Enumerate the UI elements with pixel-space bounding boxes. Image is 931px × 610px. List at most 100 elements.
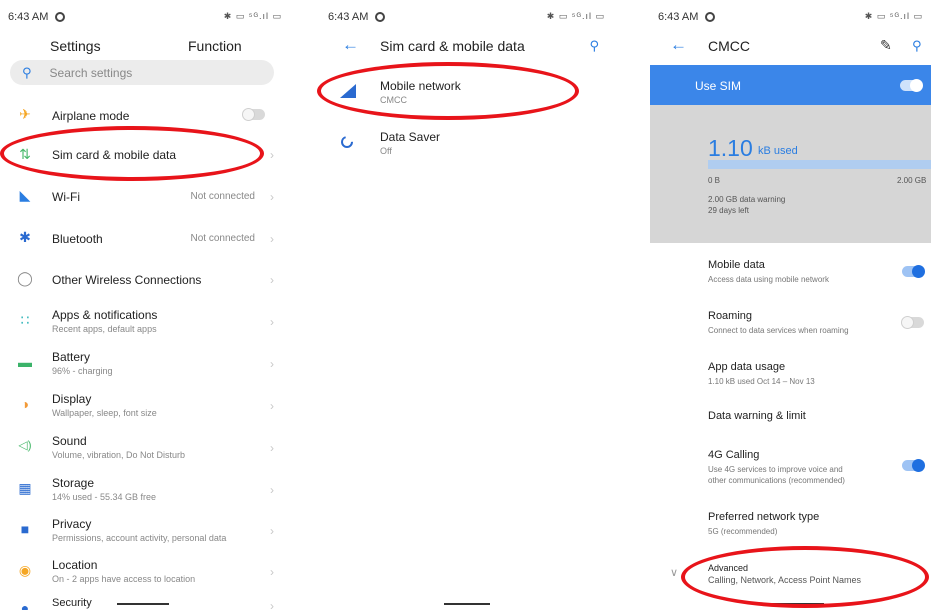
item-title: Data Saver [380, 130, 441, 144]
item-subtitle: Connect to data services when roaming [708, 326, 849, 335]
mobile-data-toggle[interactable] [902, 265, 925, 278]
roaming-toggle[interactable] [901, 316, 924, 329]
settings-item-value: Not connected [190, 233, 256, 244]
preferred-network-type-item[interactable]: Preferred network type 5G (recommended) [650, 511, 931, 539]
search-icon: ⚲ [22, 64, 32, 80]
settings-item-value: Not connected [190, 191, 256, 202]
settings-item-other-wireless[interactable]: ◯ Other Wireless Connections › [0, 270, 290, 290]
settings-item-sim-card[interactable]: ⇅ Sim card & mobile data › [0, 145, 290, 165]
function-tab[interactable]: Function [188, 38, 242, 54]
data-saver-item[interactable]: Data Saver Off [320, 129, 613, 159]
settings-item-storage[interactable]: ▦ Storage 14% used - 55.34 GB free › [0, 476, 290, 504]
settings-item-title: Storage [52, 476, 95, 490]
usage-range-min: 0 B [708, 176, 721, 185]
search-icon[interactable]: ⚲ [912, 38, 922, 54]
app-data-usage-item[interactable]: App data usage 1.10 kB used Oct 14 – Nov… [650, 361, 931, 389]
settings-item-title: Display [52, 392, 92, 406]
item-subtitle: Off [380, 146, 392, 156]
status-icons: ✱ ▭ ⁵ᴳ.ıl ▭ [864, 11, 923, 21]
item-subtitle: Access data using mobile network [708, 275, 829, 284]
item-subtitle: 1.10 kB used Oct 14 – Nov 13 [708, 377, 815, 386]
settings-item-wifi[interactable]: ◣ Wi-Fi Not connected › [0, 187, 290, 207]
status-icons: ✱ ▭ ⁵ᴳ.ıl ▭ [546, 11, 605, 21]
status-time: 6:43 AM [658, 11, 699, 23]
settings-item-apps[interactable]: ∷ Apps & notifications Recent apps, defa… [0, 308, 290, 336]
use-sim-toggle[interactable] [900, 79, 923, 92]
apps-icon: ∷ [20, 312, 30, 328]
usage-value: 1.10 [708, 135, 753, 161]
settings-item-airplane-mode[interactable]: ✈ Airplane mode [0, 105, 290, 125]
settings-item-title: Apps & notifications [52, 308, 158, 322]
airplane-mode-toggle[interactable] [242, 108, 265, 121]
usage-unit: kB used [758, 145, 798, 157]
chevron-right-icon: › [270, 483, 274, 497]
sim-card-screen: 6:43 AM ✱ ▭ ⁵ᴳ.ıl ▭ ← Sim card & mobile … [320, 0, 613, 610]
search-icon[interactable]: ⚲ [589, 38, 599, 54]
4g-calling-item[interactable]: 4G Calling Use 4G services to improve vo… [650, 449, 931, 489]
usage-range-max: 2.00 GB [897, 176, 927, 185]
wireless-icon: ◯ [17, 270, 33, 286]
item-subtitle: CMCC [380, 95, 407, 105]
status-icons: ✱ ▭ ⁵ᴳ.ıl ▭ [223, 11, 282, 21]
chevron-right-icon: › [270, 599, 274, 610]
advanced-item[interactable]: ∨ Advanced Calling, Network, Access Poin… [650, 563, 931, 589]
item-title: 4G Calling [708, 449, 760, 461]
wifi-icon: ◣ [19, 187, 31, 203]
item-subtitle: Calling, Network, Access Point Names [708, 575, 862, 585]
settings-item-title: Location [52, 558, 98, 572]
4g-calling-toggle[interactable] [902, 459, 925, 472]
status-bar: 6:43 AM ✱ ▭ ⁵ᴳ.ıl ▭ [320, 0, 613, 34]
settings-item-bluetooth[interactable]: ✱ Bluetooth Not connected › [0, 229, 290, 249]
nav-gesture-bar[interactable] [444, 603, 490, 605]
settings-item-subtitle: Wallpaper, sleep, font size [52, 408, 157, 418]
settings-item-subtitle: Permissions, account activity, personal … [52, 533, 227, 543]
bluetooth-icon: ✱ [19, 229, 31, 245]
use-sim-bar[interactable]: Use SIM [650, 65, 931, 105]
edit-pencil-icon[interactable]: ✎ [880, 37, 892, 54]
page-title: CMCC [708, 38, 750, 54]
status-time: 6:43 AM [328, 11, 369, 23]
settings-item-title: Sim card & mobile data [52, 148, 177, 162]
chevron-right-icon: › [270, 441, 274, 455]
item-subtitle-line2: other communications (recommended) [708, 476, 845, 485]
data-usage-card: 1.10 kB used 0 B 2.00 GB 2.00 GB data wa… [650, 105, 931, 243]
settings-item-subtitle: On - 2 apps have access to location [52, 574, 196, 584]
chevron-right-icon: › [270, 399, 274, 413]
settings-item-privacy[interactable]: ■ Privacy Permissions, account activity,… [0, 517, 290, 545]
mobile-data-item[interactable]: Mobile data Access data using mobile net… [650, 259, 931, 287]
location-icon: ◉ [18, 562, 32, 578]
nav-gesture-bar[interactable] [772, 603, 824, 605]
settings-item-title: Airplane mode [52, 109, 130, 123]
settings-item-sound[interactable]: ◁) Sound Volume, vibration, Do Not Distu… [0, 434, 290, 462]
settings-item-subtitle: 96% - charging [52, 366, 113, 376]
privacy-icon: ■ [20, 521, 30, 537]
settings-item-location[interactable]: ◉ Location On - 2 apps have access to lo… [0, 558, 290, 586]
storage-icon: ▦ [18, 480, 32, 496]
item-title: Advanced [708, 563, 749, 573]
settings-screen: 6:43 AM ✱ ▭ ⁵ᴳ.ıl ▭ Settings Function ⚲ … [0, 0, 290, 610]
airplane-icon: ✈ [19, 106, 31, 122]
data-warning-text: 2.00 GB data warning [708, 195, 786, 204]
back-arrow-icon[interactable]: ← [342, 35, 359, 55]
roaming-item[interactable]: Roaming Connect to data services when ro… [650, 310, 931, 338]
item-title: Preferred network type [708, 511, 820, 523]
display-icon: ◑ [20, 396, 30, 412]
mobile-network-item[interactable]: Mobile network CMCC [320, 78, 613, 108]
item-subtitle: 5G (recommended) [708, 527, 778, 536]
sound-icon: ◁) [18, 438, 32, 452]
search-settings-input[interactable]: ⚲ Search settings [10, 60, 274, 85]
data-warning-limit-item[interactable]: Data warning & limit [650, 410, 931, 428]
settings-item-battery[interactable]: ▬ Battery 96% - charging › [0, 350, 290, 378]
back-arrow-icon[interactable]: ← [670, 35, 687, 55]
security-icon: ● [20, 600, 30, 610]
data-saver-icon [341, 136, 353, 148]
settings-item-title: Wi-Fi [52, 190, 80, 204]
status-time: 6:43 AM [8, 11, 49, 23]
chevron-right-icon: › [270, 524, 274, 538]
chevron-right-icon: › [270, 315, 274, 329]
settings-item-display[interactable]: ◑ Display Wallpaper, sleep, font size › [0, 392, 290, 420]
nav-gesture-bar[interactable] [117, 603, 169, 605]
chevron-right-icon: › [270, 190, 274, 204]
settings-item-subtitle: Volume, vibration, Do Not Disturb [52, 450, 186, 460]
chevron-right-icon: › [270, 148, 274, 162]
